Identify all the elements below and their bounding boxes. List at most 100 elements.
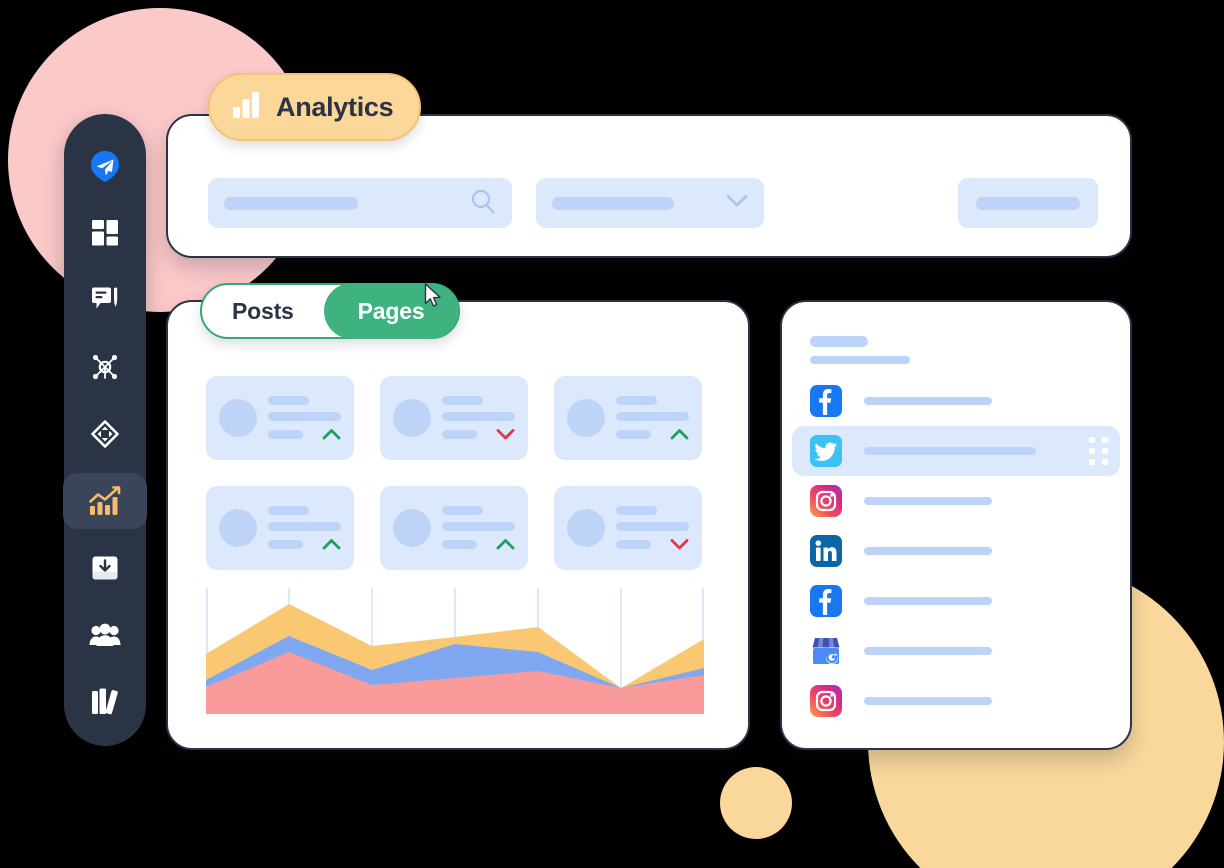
- analytics-badge[interactable]: Analytics: [208, 73, 422, 141]
- search-input-placeholder: [224, 196, 358, 210]
- metric-value-placeholder: [442, 522, 515, 531]
- chat-bubble-icon: [91, 286, 119, 314]
- facebook-icon: [810, 385, 842, 417]
- chevron-down-icon: [496, 428, 515, 440]
- metric-avatar: [219, 509, 257, 547]
- metric-cards-grid: [206, 376, 706, 570]
- users-group-icon: [89, 623, 121, 647]
- account-name-placeholder: [864, 397, 992, 405]
- posts-pages-panel: [166, 300, 750, 750]
- account-row-linkedin[interactable]: [792, 526, 1120, 576]
- bar-chart-line-icon: [88, 485, 122, 517]
- sidebar-item-network[interactable]: [71, 339, 139, 395]
- metric-value-placeholder: [616, 522, 689, 531]
- account-name-placeholder: [864, 697, 992, 705]
- bar-chart-icon: [232, 91, 262, 124]
- network-nodes-icon: [90, 352, 120, 382]
- metric-sub-placeholder: [442, 429, 478, 439]
- metric-sub-placeholder: [442, 539, 478, 549]
- toolbar-action-button[interactable]: [958, 178, 1098, 228]
- instagram-icon: [810, 685, 842, 717]
- instagram-icon: [810, 485, 842, 517]
- account-row-instagram[interactable]: [792, 476, 1120, 526]
- google-my-business-icon: [810, 635, 842, 667]
- accounts-list: [792, 376, 1120, 726]
- metric-card[interactable]: [554, 486, 702, 570]
- metric-avatar: [567, 399, 605, 437]
- metric-card[interactable]: [554, 376, 702, 460]
- metric-card[interactable]: [206, 486, 354, 570]
- orange-small-circle-decoration: [720, 767, 792, 839]
- metric-card[interactable]: [380, 376, 528, 460]
- sidebar-item-team[interactable]: [71, 607, 139, 663]
- sidebar-item-dashboard[interactable]: [71, 205, 139, 261]
- sidebar-item-inbox-chat[interactable]: [71, 272, 139, 328]
- metric-title-placeholder: [616, 506, 657, 515]
- grid-dashboard-icon: [91, 219, 119, 247]
- account-name-placeholder: [864, 497, 992, 505]
- facebook-icon: [810, 585, 842, 617]
- filter-dropdown-value: [552, 196, 674, 210]
- linkedin-icon: [810, 535, 842, 567]
- account-name-placeholder: [864, 447, 1036, 455]
- diamond-arrows-icon: [91, 420, 119, 448]
- account-row-instagram-2[interactable]: [792, 676, 1120, 726]
- books-library-icon: [90, 688, 120, 716]
- paper-plane-icon: [88, 149, 122, 183]
- tab-posts[interactable]: Posts: [202, 285, 324, 337]
- metric-value-placeholder: [268, 412, 341, 421]
- posts-pages-tabs: Posts Pages: [200, 283, 461, 339]
- metric-card[interactable]: [206, 376, 354, 460]
- chevron-down-icon: [670, 538, 689, 550]
- accounts-panel-header: [810, 336, 910, 364]
- metric-value-placeholder: [268, 522, 341, 531]
- sidebar-item-analytics[interactable]: [63, 473, 147, 529]
- metric-title-placeholder: [442, 506, 483, 515]
- chevron-up-icon: [670, 428, 689, 440]
- accounts-subtitle-placeholder: [810, 356, 910, 364]
- chevron-down-icon: [726, 194, 748, 213]
- social-accounts-panel: [780, 300, 1132, 750]
- chevron-up-icon: [496, 538, 515, 550]
- sidebar-item-downloads[interactable]: [71, 540, 139, 596]
- metric-sub-placeholder: [616, 539, 652, 549]
- accounts-title-placeholder: [810, 336, 868, 347]
- metric-title-placeholder: [442, 396, 483, 405]
- metric-sub-placeholder: [268, 539, 304, 549]
- drag-handle-icon[interactable]: [1089, 437, 1108, 465]
- chevron-up-icon: [322, 428, 341, 440]
- metric-avatar: [219, 399, 257, 437]
- inbox-download-icon: [91, 555, 119, 581]
- sidebar-nav: [63, 114, 147, 746]
- account-row-facebook[interactable]: [792, 376, 1120, 426]
- account-name-placeholder: [864, 647, 992, 655]
- toolbar-action-label: [976, 196, 1080, 210]
- metric-title-placeholder: [268, 506, 309, 515]
- account-name-placeholder: [864, 597, 992, 605]
- metric-sub-placeholder: [616, 429, 652, 439]
- stacked-area-chart: [206, 588, 704, 714]
- twitter-icon: [810, 435, 842, 467]
- metric-avatar: [393, 509, 431, 547]
- filter-dropdown[interactable]: [536, 178, 764, 228]
- account-name-placeholder: [864, 547, 992, 555]
- sidebar-item-move[interactable]: [71, 406, 139, 462]
- metric-avatar: [567, 509, 605, 547]
- sidebar-item-publish[interactable]: [71, 138, 139, 194]
- sidebar-item-library[interactable]: [71, 674, 139, 730]
- metric-card[interactable]: [380, 486, 528, 570]
- account-row-facebook-2[interactable]: [792, 576, 1120, 626]
- illustration-canvas: Analytics Posts Pages: [0, 0, 1224, 868]
- metric-sub-placeholder: [268, 429, 304, 439]
- metric-avatar: [393, 399, 431, 437]
- metric-title-placeholder: [268, 396, 309, 405]
- account-row-google-business[interactable]: [792, 626, 1120, 676]
- metric-value-placeholder: [442, 412, 515, 421]
- account-row-twitter[interactable]: [792, 426, 1120, 476]
- search-icon[interactable]: [470, 188, 496, 219]
- metric-title-placeholder: [616, 396, 657, 405]
- mouse-pointer-icon: [424, 283, 444, 314]
- search-input[interactable]: [208, 178, 512, 228]
- metric-value-placeholder: [616, 412, 689, 421]
- chevron-up-icon: [322, 538, 341, 550]
